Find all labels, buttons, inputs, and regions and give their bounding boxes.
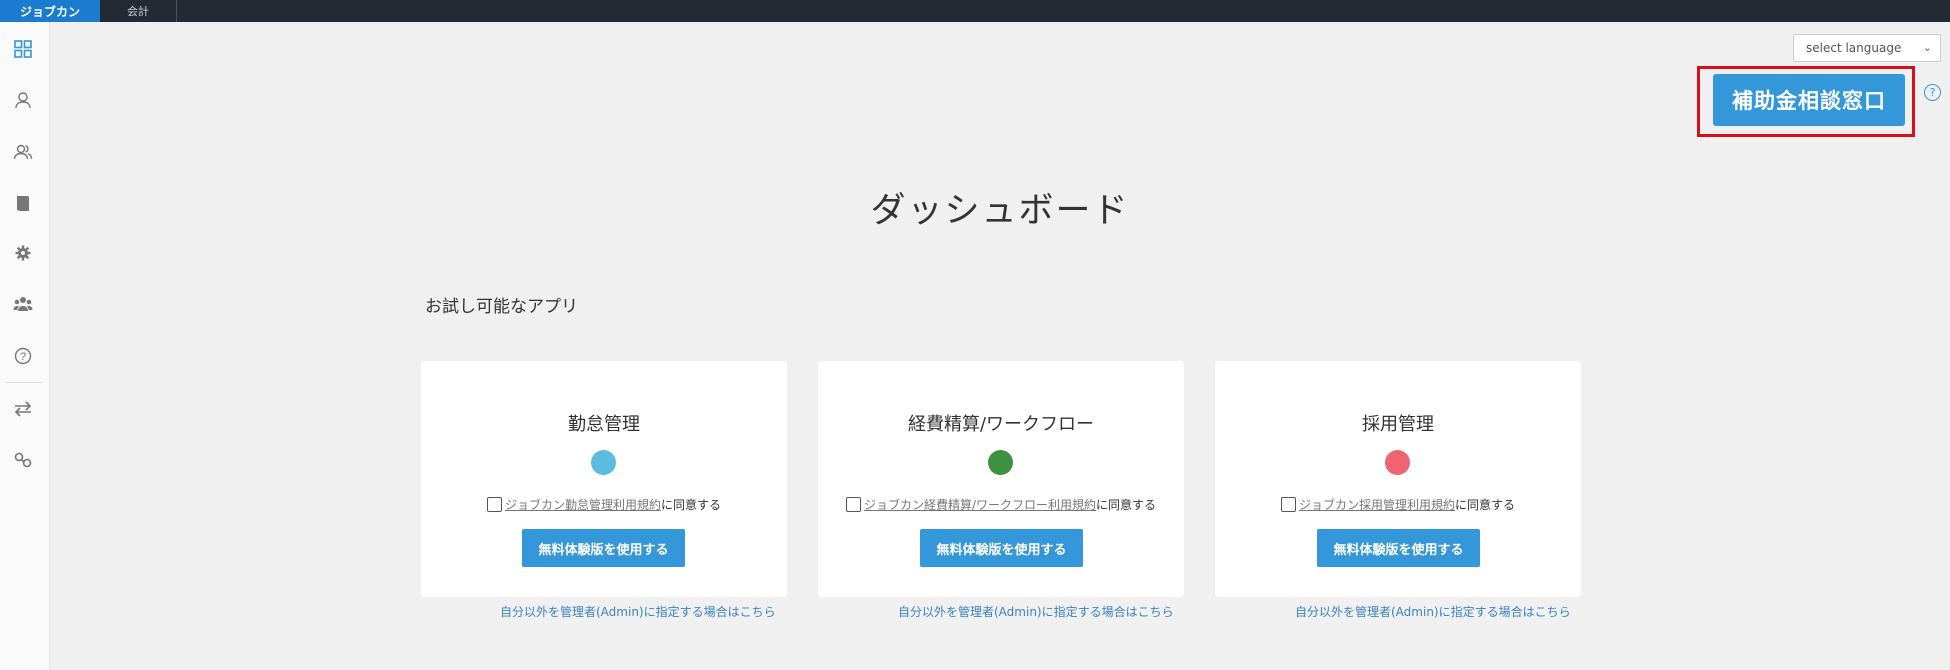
free-trial-button[interactable]: 無料体験版を使用する <box>522 529 685 567</box>
terms-link[interactable]: ジョブカン勤怠管理利用規約 <box>505 496 661 513</box>
terms-link[interactable]: ジョブカン経費精算/ワークフロー利用規約 <box>864 496 1096 513</box>
svg-text:?: ? <box>20 351 26 363</box>
terms-suffix: に同意する <box>1096 498 1157 512</box>
chevron-down-icon: ⌄ <box>1922 41 1932 54</box>
link-icon[interactable] <box>12 449 34 471</box>
admin-designation-link[interactable]: 自分以外を管理者(Admin)に指定する場合はこちら <box>898 603 1174 620</box>
help-icon[interactable]: ? <box>1924 84 1941 101</box>
terms-agreement: ジョブカン経費精算/ワークフロー利用規約 に同意する <box>818 496 1184 513</box>
terms-checkbox[interactable] <box>486 497 502 512</box>
top-nav-bar: ジョブカン 会計 <box>0 0 1950 22</box>
admin-designation-link[interactable]: 自分以外を管理者(Admin)に指定する場合はこちら <box>1295 603 1571 620</box>
terms-suffix: に同意する <box>661 498 722 512</box>
switch-icon[interactable] <box>12 398 34 420</box>
terms-checkbox[interactable] <box>845 497 861 512</box>
language-select[interactable]: select language ⌄ <box>1793 34 1941 62</box>
free-trial-button[interactable]: 無料体験版を使用する <box>1317 529 1480 567</box>
admin-designation-link[interactable]: 自分以外を管理者(Admin)に指定する場合はこちら <box>500 603 776 620</box>
app-name: 採用管理 <box>1362 414 1434 435</box>
app-card-attendance: 勤怠管理 ジョブカン勤怠管理利用規約 に同意する 無料体験版を使用する <box>421 361 787 597</box>
group-icon[interactable] <box>12 293 34 315</box>
sidebar-divider <box>6 382 42 383</box>
terms-checkbox[interactable] <box>1280 497 1296 512</box>
tab-jobcan[interactable]: ジョブカン <box>0 0 100 22</box>
dashboard-icon[interactable] <box>12 38 34 60</box>
terms-agreement: ジョブカン採用管理利用規約 に同意する <box>1215 496 1581 513</box>
app-color-dot <box>591 450 616 475</box>
free-trial-button[interactable]: 無料体験版を使用する <box>920 529 1083 567</box>
language-select-value: select language <box>1806 41 1902 55</box>
app-card-expense: 経費精算/ワークフロー ジョブカン経費精算/ワークフロー利用規約 に同意する 無… <box>818 361 1184 597</box>
sidebar: ? <box>0 22 50 670</box>
page-title: ダッシュボード <box>870 191 1130 231</box>
user-icon[interactable] <box>12 89 34 111</box>
terms-suffix: に同意する <box>1455 498 1516 512</box>
section-title: お試し可能なアプリ <box>425 297 578 317</box>
terms-agreement: ジョブカン勤怠管理利用規約 に同意する <box>421 496 787 513</box>
subsidy-consultation-button[interactable]: 補助金相談窓口 <box>1713 74 1905 126</box>
tab-accounting[interactable]: 会計 <box>100 0 177 22</box>
app-card-recruitment: 採用管理 ジョブカン採用管理利用規約 に同意する 無料体験版を使用する <box>1215 361 1581 597</box>
help-icon[interactable]: ? <box>12 345 34 367</box>
app-color-dot <box>1385 450 1410 475</box>
app-name: 勤怠管理 <box>568 414 640 435</box>
terms-link[interactable]: ジョブカン採用管理利用規約 <box>1299 496 1455 513</box>
gear-icon[interactable] <box>12 242 34 264</box>
users-icon[interactable] <box>12 141 34 163</box>
app-name: 経費精算/ワークフロー <box>907 414 1095 435</box>
app-color-dot <box>988 450 1013 475</box>
